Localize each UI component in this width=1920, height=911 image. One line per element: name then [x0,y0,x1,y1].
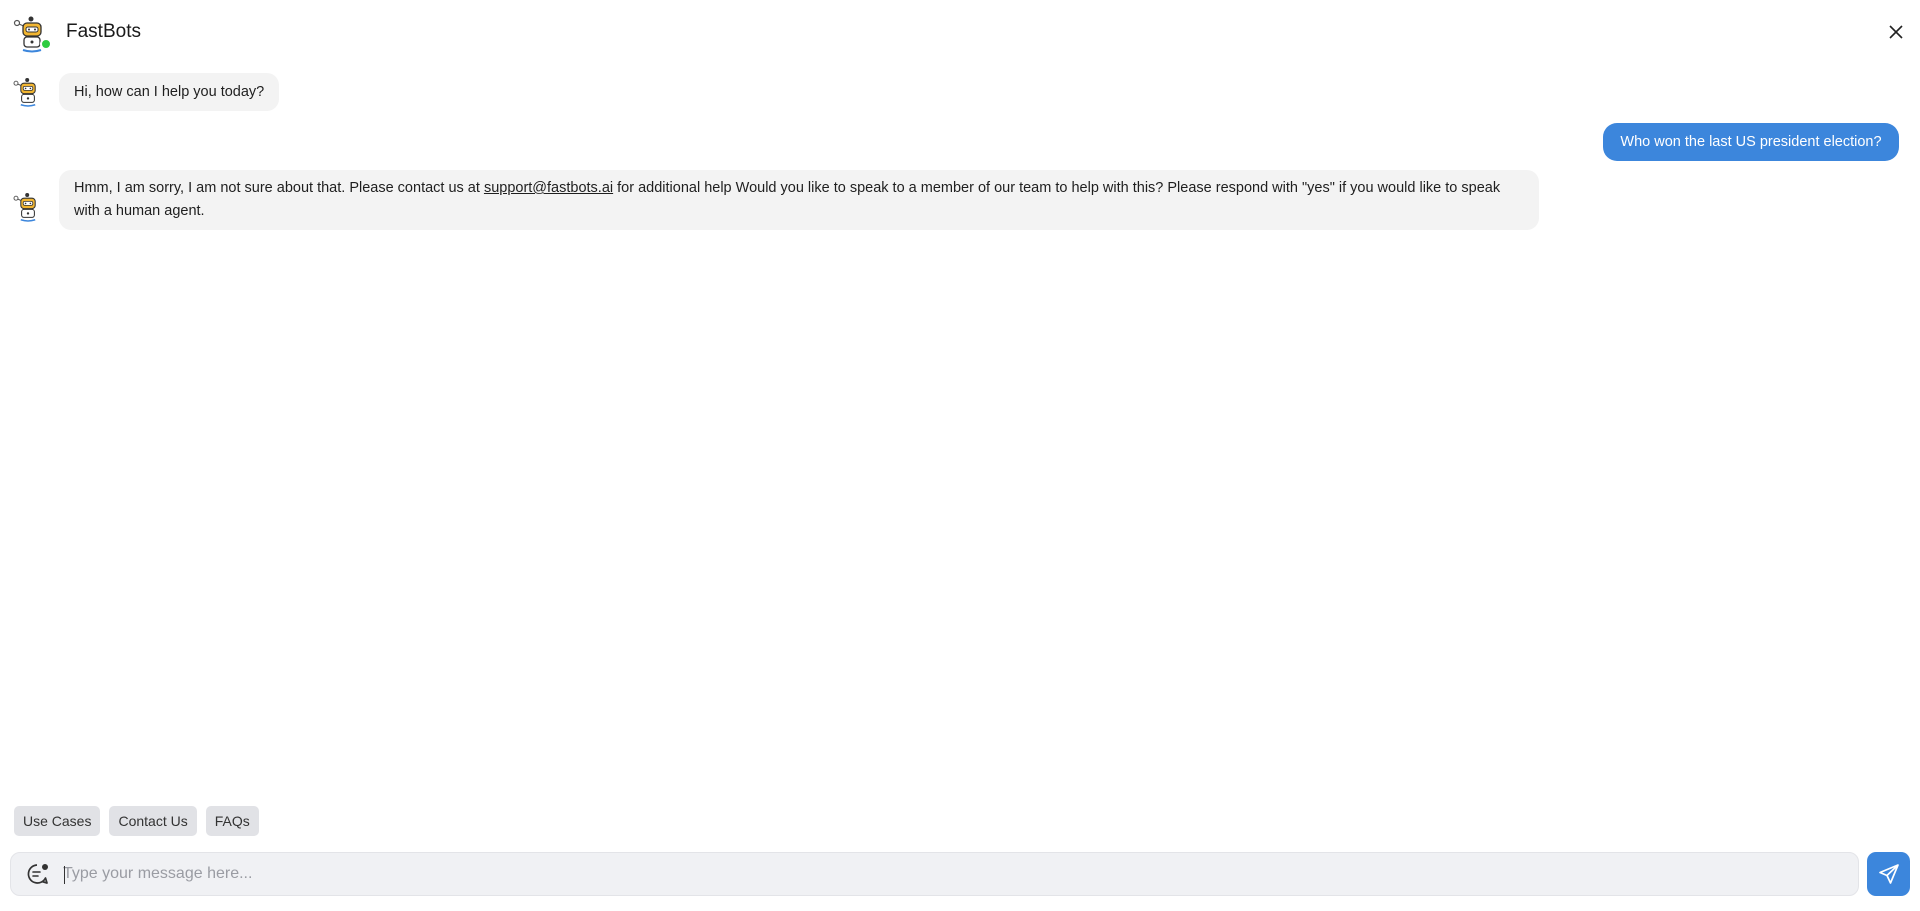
bot-message: Hi, how can I help you today? [59,73,280,111]
send-icon [1878,864,1899,884]
bot-avatar-icon [12,75,44,109]
quick-replies: Use Cases Contact Us FAQs [14,806,259,836]
quick-reply-contact-us[interactable]: Contact Us [109,806,197,836]
message-composer [10,852,1859,896]
chat-header: FastBots [0,0,1920,64]
bot-avatar-icon [12,190,44,224]
text-caret [64,866,65,884]
chat-title: FastBots [66,21,141,42]
message-input[interactable] [63,853,1843,895]
online-status-dot [40,38,52,50]
close-icon[interactable] [1884,20,1908,44]
message-text: Hmm, I am sorry, I am not sure about tha… [74,180,484,196]
quick-reply-use-cases[interactable]: Use Cases [14,806,101,836]
support-email-link[interactable]: support@fastbots.ai [484,180,613,196]
bot-message: Hmm, I am sorry, I am not sure about tha… [59,170,1539,230]
user-message: Who won the last US president election? [1603,123,1899,161]
chat-window: FastBots Hi, how can I help you today? W… [0,0,1920,911]
chat-bubble-icon[interactable] [25,862,51,888]
quick-reply-faqs[interactable]: FAQs [205,806,259,836]
send-button[interactable] [1867,852,1910,896]
